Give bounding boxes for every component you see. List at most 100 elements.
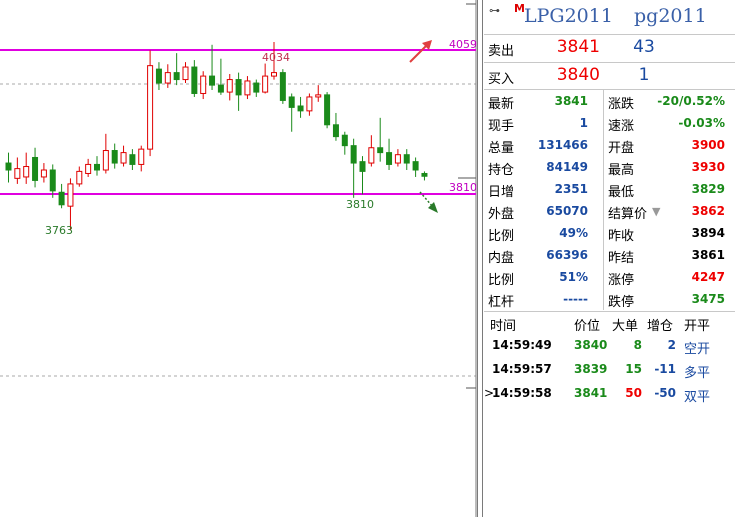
quote-value: 131466 xyxy=(537,138,588,152)
ask-price[interactable]: 3841 xyxy=(550,37,600,57)
tick-row[interactable]: 14:59:49 3840 8 2 空开 xyxy=(484,334,735,357)
quote-label: 外盘 xyxy=(488,207,515,222)
symbol-code[interactable]: pg2011 xyxy=(634,5,707,27)
candle xyxy=(94,156,100,176)
quote-label: 现手 xyxy=(488,119,515,134)
ticks-header-type: 开平 xyxy=(684,319,711,334)
tick-time: 14:59:57 xyxy=(492,362,552,376)
tick-big: 50 xyxy=(625,386,642,400)
quote-value: 49% xyxy=(559,226,588,240)
quote-value: 84149 xyxy=(546,160,588,174)
link-icon[interactable]: ⊶ xyxy=(489,4,500,17)
candle xyxy=(85,158,92,177)
quote-label: 总量 xyxy=(488,141,515,156)
quote-label: 速涨 xyxy=(608,119,635,134)
quote-label: 日增 xyxy=(488,185,515,200)
candle xyxy=(386,138,393,170)
quote-row: 外盘 65070 结算价 3862 xyxy=(484,200,735,222)
tick-price: 3841 xyxy=(574,386,608,400)
support-resistance-lines[interactable] xyxy=(0,49,476,195)
candle xyxy=(217,58,224,95)
candle xyxy=(226,74,233,101)
bid-label: 买入 xyxy=(488,72,515,87)
candle xyxy=(253,79,260,97)
candle xyxy=(129,149,136,170)
quote-value: 66396 xyxy=(546,248,588,262)
quote-value: 3894 xyxy=(691,226,725,240)
chart-right-border xyxy=(477,0,478,517)
bid-row[interactable]: 买入 3840 1 xyxy=(484,62,735,90)
candle xyxy=(147,50,154,157)
candle xyxy=(350,138,357,198)
tick-row[interactable]: >14:59:58 3841 50 -50 双平 xyxy=(484,382,735,405)
candle xyxy=(421,171,428,181)
dropdown-caret-icon[interactable]: ▼ xyxy=(652,205,660,218)
candle xyxy=(191,60,198,97)
chart-canvas[interactable]: 4059 3810 4034 3763 3810 xyxy=(0,0,483,517)
candle xyxy=(200,71,207,100)
tick-row[interactable]: 14:59:57 3839 15 -11 多平 xyxy=(484,358,735,381)
tick-oi: -11 xyxy=(654,362,676,376)
panel-left-border xyxy=(482,0,483,517)
chart-right-axis xyxy=(458,0,477,517)
quote-value: ----- xyxy=(563,292,588,306)
candle xyxy=(368,135,375,167)
candle xyxy=(324,92,331,129)
tick-price: 3839 xyxy=(574,362,608,376)
quote-value: 2351 xyxy=(554,182,588,196)
candle xyxy=(235,72,242,111)
ticks-header-time: 时间 xyxy=(490,319,517,334)
quote-value: -0.03% xyxy=(678,116,725,130)
candle xyxy=(67,178,74,231)
divider xyxy=(484,311,735,312)
candle xyxy=(173,53,180,86)
quote-label: 跌停 xyxy=(608,295,635,310)
candle xyxy=(244,76,251,100)
top-level-label: 4059 xyxy=(449,38,477,51)
quote-header: ⊶ M LPG2011 pg2011 xyxy=(484,0,735,34)
quote-label: 开盘 xyxy=(608,141,635,156)
quote-value: -20/0.52% xyxy=(657,94,725,108)
quote-label: 最高 xyxy=(608,163,635,178)
quote-row: 日增 2351 最低 3829 xyxy=(484,178,735,200)
quote-value: 3841 xyxy=(554,94,588,108)
ticks-header-oi: 增仓 xyxy=(647,319,674,334)
candle xyxy=(306,93,313,116)
quote-value: 3900 xyxy=(691,138,725,152)
candlestick-chart[interactable]: 4059 3810 4034 3763 3810 xyxy=(0,0,483,517)
candle xyxy=(76,166,83,187)
quote-value: 3475 xyxy=(691,292,725,306)
quote-value: 65070 xyxy=(546,204,588,218)
quote-label: 最低 xyxy=(608,185,635,200)
tick-type: 空开 xyxy=(684,342,711,357)
high-label: 4034 xyxy=(262,51,290,64)
low-label-1: 3763 xyxy=(45,224,73,237)
quote-label: 杠杆 xyxy=(488,295,515,310)
candle xyxy=(155,62,162,90)
quote-label: 比例 xyxy=(488,273,515,288)
symbol-name[interactable]: LPG2011 xyxy=(524,5,613,27)
candle xyxy=(102,133,109,174)
quote-row: 现手 1 速涨 -0.03% xyxy=(484,112,735,134)
quote-value: 4247 xyxy=(691,270,725,284)
quote-label: 昨结 xyxy=(608,251,635,266)
quote-value: 3862 xyxy=(691,204,725,218)
bid-volume: 1 xyxy=(638,65,650,85)
quote-label: 涨跌 xyxy=(608,97,635,112)
ask-row[interactable]: 卖出 3841 43 xyxy=(484,34,735,62)
quote-label: 涨停 xyxy=(608,273,635,288)
quote-value: 51% xyxy=(559,270,588,284)
candle xyxy=(58,183,65,209)
low-label-2: 3810 xyxy=(346,198,374,211)
down-arrow-icon xyxy=(419,191,438,213)
candle xyxy=(359,156,366,195)
candle xyxy=(394,149,401,167)
bid-price[interactable]: 3840 xyxy=(550,65,600,85)
trend-arrows xyxy=(409,40,438,213)
candle xyxy=(120,145,127,167)
quote-row: 总量 131466 开盘 3900 xyxy=(484,134,735,156)
tick-big: 8 xyxy=(633,338,642,352)
candle xyxy=(111,143,118,169)
candle xyxy=(209,44,216,90)
tick-time: 14:59:49 xyxy=(492,338,552,352)
